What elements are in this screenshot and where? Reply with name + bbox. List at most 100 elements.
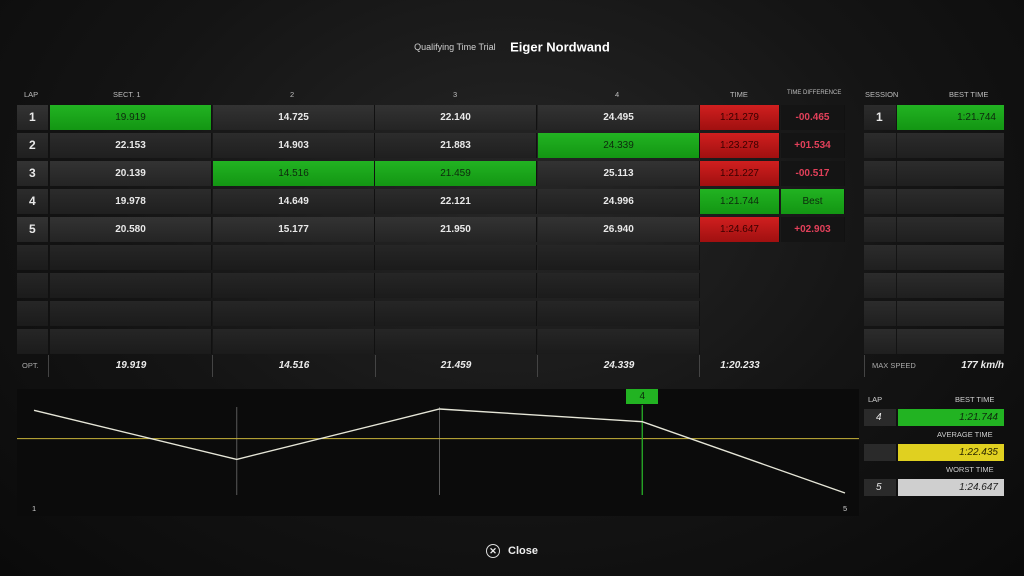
sector-time: 22.140 [375,105,537,130]
lap-number: 1 [17,105,49,130]
empty-cell [17,273,49,298]
sector-time: 15.177 [213,217,375,242]
empty-cell [375,273,537,298]
empty-cell [897,217,1004,242]
sector-time: 14.725 [213,105,375,130]
legend-worst-value: 1:24.647 [898,479,1004,496]
time-difference: +01.534 [781,133,845,158]
empty-cell [897,133,1004,158]
empty-cell [50,245,212,270]
sector-time: 19.919 [50,105,212,130]
col-header-lap: LAP [24,90,39,99]
empty-row [17,300,849,327]
optimal-sector: 14.516 [278,360,310,371]
table-row[interactable]: 5 20.580 15.177 21.950 26.940 1:24.647 +… [17,216,849,243]
max-speed-label: MAX SPEED [872,361,916,370]
sector-time: 25.113 [538,161,700,186]
legend-best-value: 1:21.744 [898,409,1004,426]
empty-cell [897,329,1004,354]
col-header-sect3: 3 [453,90,458,99]
lap-number: 4 [17,189,49,214]
sector-time: 21.950 [375,217,537,242]
sector-time: 26.940 [538,217,700,242]
empty-cell [213,245,375,270]
empty-row [17,328,849,355]
optimal-sector: 21.459 [440,360,472,371]
empty-cell [213,273,375,298]
sector-time: 24.339 [538,133,700,158]
lap-time-graph [17,389,859,516]
track-name: Eiger Nordwand [510,39,610,55]
empty-cell [50,329,212,354]
empty-cell [538,245,700,270]
sector-time: 24.996 [538,189,700,214]
empty-cell [375,329,537,354]
close-button[interactable]: ✕ Close [486,544,538,558]
empty-cell [17,245,49,270]
legend-avg-value: 1:22.435 [898,444,1004,461]
sector-time: 22.121 [375,189,537,214]
table-row[interactable]: 1 19.919 14.725 22.140 24.495 1:21.279 -… [17,104,849,131]
sector-time: 21.459 [375,161,537,186]
empty-cell [50,301,212,326]
col-header-diff: TIME DIFFERENCE [787,90,842,96]
optimal-time: 1:20.233 [720,360,760,371]
col-header-sect1: SECT. 1 [113,90,141,99]
legend-best-lap: 4 [864,409,896,426]
best-badge: Best [781,189,845,214]
selected-lap-badge[interactable]: 4 [626,389,659,404]
sector-time: 20.139 [50,161,212,186]
empty-cell [897,161,1004,186]
legend-avg-lap [864,444,896,461]
lap-time: 1:21.744 [700,189,780,214]
legend-avg-label: AVERAGE TIME [937,430,993,439]
col-header-session: SESSION [865,90,899,99]
event-type: Qualifying Time Trial [414,41,496,52]
col-header-time: TIME [730,90,748,99]
close-label: Close [508,544,538,557]
sector-time: 21.883 [375,133,537,158]
sector-time: 20.580 [50,217,212,242]
lap-time: 1:21.227 [700,161,780,186]
empty-cell [897,245,1004,270]
lap-time-chart [17,405,859,495]
empty-cell [864,329,896,354]
empty-cell [864,161,896,186]
empty-cell [213,329,375,354]
empty-cell [375,301,537,326]
empty-cell [538,301,700,326]
table-row[interactable]: 4 19.978 14.649 22.121 24.996 1:21.744 B… [17,188,849,215]
sector-time: 14.516 [213,161,375,186]
table-row[interactable]: 3 20.139 14.516 21.459 25.113 1:21.227 -… [17,160,849,187]
empty-cell [375,245,537,270]
empty-cell [864,273,896,298]
sector-time: 19.978 [50,189,212,214]
max-speed-value: 177 km/h [961,360,1004,371]
legend-best-label: BEST TIME [955,395,995,404]
empty-cell [213,301,375,326]
sector-time: 14.649 [213,189,375,214]
sector-time: 24.495 [538,105,700,130]
optimal-sector: 24.339 [603,360,635,371]
empty-cell [17,301,49,326]
lap-number: 3 [17,161,49,186]
col-header-sect4: 4 [615,90,620,99]
empty-cell [897,189,1004,214]
table-row[interactable]: 2 22.153 14.903 21.883 24.339 1:23.278 +… [17,132,849,159]
lap-time: 1:21.279 [700,105,780,130]
graph-x-end: 5 [843,504,848,513]
time-difference: -00.465 [781,105,845,130]
empty-cell [864,133,896,158]
empty-cell [538,329,700,354]
empty-cell [864,301,896,326]
empty-cell [864,245,896,270]
legend-worst-label: WORST TIME [946,465,994,474]
cross-button-icon: ✕ [486,544,500,558]
divider [864,355,865,377]
page-header: Qualifying Time Trial Eiger Nordwand [0,38,1024,56]
col-header-best-time: BEST TIME [949,90,989,99]
legend-lap-label: LAP [868,395,883,404]
empty-cell [864,189,896,214]
divider [48,355,49,377]
legend-worst-lap: 5 [864,479,896,496]
